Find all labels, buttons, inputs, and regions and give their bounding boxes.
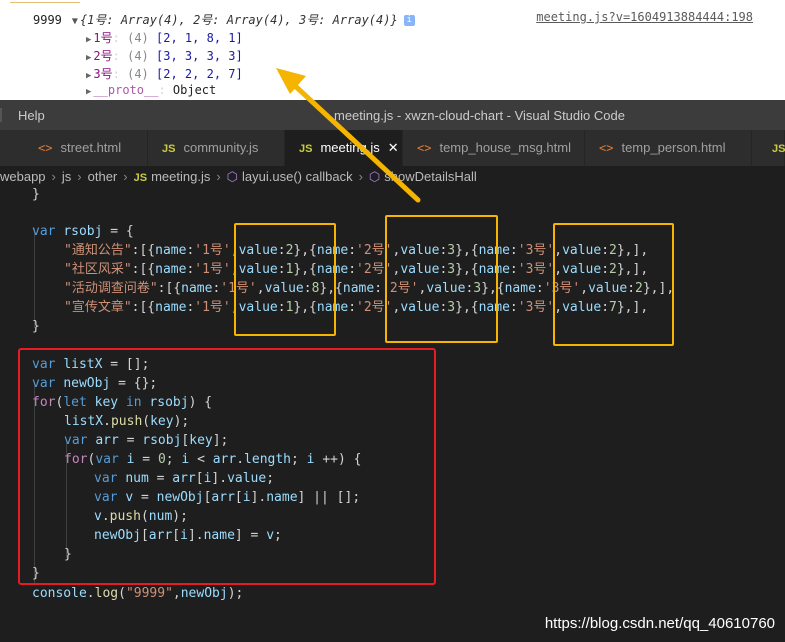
close-icon[interactable]: ✕ [388, 140, 399, 155]
breadcrumb-item[interactable]: other [88, 166, 118, 188]
collapse-triangle-icon[interactable]: ▶ [86, 87, 91, 97]
tab-meeting-js[interactable]: JS meeting.js ✕ [285, 130, 403, 166]
devtools-console: 9999 ▼ {1号: Array(4), 2号: Array(4), 3号: Ar… [0, 0, 785, 100]
console-log-number: 9999 [33, 13, 62, 27]
console-array-item[interactable]: ▶ 2号: (4) [3, 3, 3, 3] [86, 47, 243, 64]
console-proto-item[interactable]: ▶ __proto__: Object [86, 83, 216, 97]
editor-tabs: <> street.html JS community.js JS meeting.j… [0, 130, 785, 166]
highlight-box-2 [385, 215, 498, 343]
tab-temp-house-msg-html[interactable]: <> temp_house_msg.html [403, 130, 585, 166]
breadcrumb-item[interactable]: js [62, 166, 71, 188]
console-array-item[interactable]: ▶ 1号: (4) [2, 1, 8, 1] [86, 29, 243, 46]
cube-icon: ⬡ [368, 169, 381, 184]
html-icon: <> [38, 141, 53, 155]
tab-street-html[interactable]: <> street.html [0, 130, 148, 166]
breadcrumb: webapp › js › other › JS meeting.js › ⬡ layui.use(… [0, 166, 785, 188]
help-menu[interactable]: Help [18, 108, 45, 123]
html-icon: <> [417, 141, 432, 155]
js-icon: JS [162, 143, 176, 155]
collapse-triangle-icon[interactable]: ▶ [86, 71, 91, 81]
console-array-item[interactable]: ▶ 3号: (4) [2, 2, 2, 7] [86, 65, 243, 82]
vscode-titlebar: Help meeting.js - xwzn-cloud-chart - Vis… [0, 100, 785, 130]
console-source-link[interactable]: meeting.js?v=1604913884444:198 [536, 10, 753, 24]
code-line: var rsobj = { [32, 224, 134, 239]
collapse-triangle-icon[interactable]: ▶ [86, 35, 91, 45]
js-icon: JS [772, 143, 785, 155]
console-object-summary[interactable]: {1号: Array(4), 2号: Array(4), 3号: Array(4… [80, 13, 398, 27]
tab-temp-person-html[interactable]: <> temp_person.html [585, 130, 752, 166]
collapse-triangle-icon[interactable]: ▶ [86, 53, 91, 63]
html-icon: <> [599, 141, 614, 155]
code-line: } [32, 187, 40, 202]
console-divider [10, 0, 80, 3]
highlight-box-3 [553, 223, 674, 346]
menu-separator [0, 108, 2, 122]
watermark: https://blog.csdn.net/qq_40610760 [544, 615, 775, 632]
highlight-box-1 [234, 223, 336, 336]
js-icon: JS [299, 143, 313, 155]
tab-community-js[interactable]: JS community.js [148, 130, 285, 166]
info-icon[interactable]: i [403, 15, 415, 26]
code-block-highlight [18, 348, 436, 585]
expand-arrow-icon[interactable]: ▼ [72, 16, 78, 27]
js-icon: JS [133, 172, 148, 184]
console-log-row[interactable]: 9999 ▼ {1号: Array(4), 2号: Array(4), 3号: Ar… [33, 11, 415, 28]
breadcrumb-item[interactable]: showDetailsHall [384, 166, 476, 188]
code-line: } [32, 319, 40, 334]
breadcrumb-item[interactable]: layui.use() callback [242, 166, 353, 188]
window-title: meeting.js - xwzn-cloud-chart - Visual S… [334, 108, 625, 123]
code-editor[interactable]: } var rsobj = { "通知公告":[{name:'1号',value… [0, 187, 785, 642]
indent-guide [34, 228, 35, 328]
breadcrumb-item[interactable]: meeting.js [151, 166, 210, 188]
cube-icon: ⬡ [226, 169, 239, 184]
code-line: console.log("9999",newObj); [32, 586, 244, 601]
tab-overflow-js[interactable]: JS [752, 130, 785, 166]
